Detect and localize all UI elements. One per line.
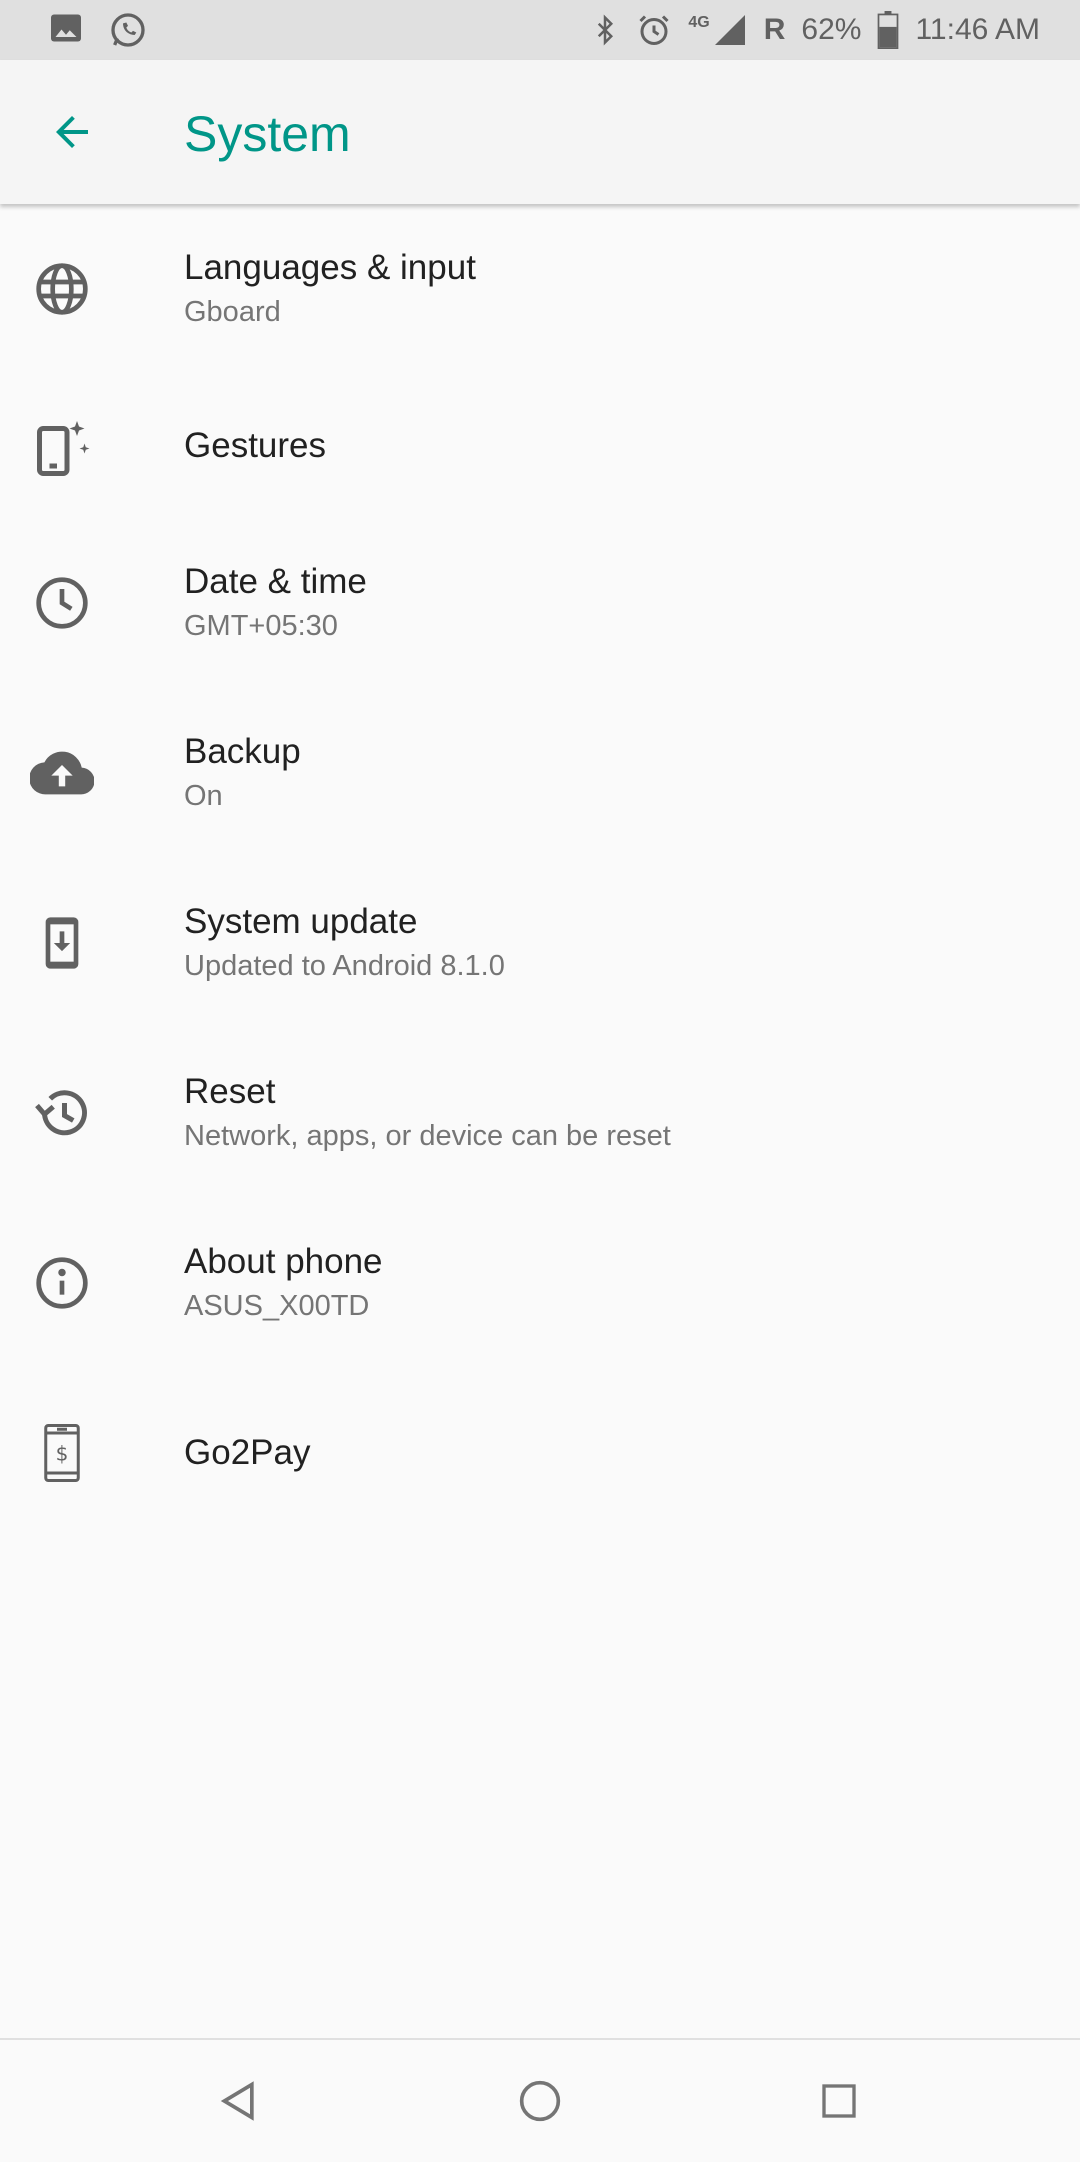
settings-item-backup[interactable]: Backup On xyxy=(0,688,1080,858)
status-bar: 4G R 62% 11:46 AM xyxy=(0,0,1080,60)
clock-icon xyxy=(30,571,94,635)
settings-item-title: Backup xyxy=(184,732,301,771)
settings-item-gestures[interactable]: Gestures xyxy=(0,374,1080,518)
gestures-phone-icon xyxy=(30,414,94,478)
settings-item-title: Gestures xyxy=(184,426,326,465)
settings-list: Languages & input Gboard Gestures Date &… xyxy=(0,204,1080,1538)
bluetooth-icon xyxy=(590,12,620,48)
settings-item-languages-input[interactable]: Languages & input Gboard xyxy=(0,204,1080,374)
back-triangle-icon xyxy=(220,2081,254,2121)
settings-item-title: Date & time xyxy=(184,562,367,601)
back-button[interactable] xyxy=(36,96,108,168)
settings-item-title: Go2Pay xyxy=(184,1433,311,1472)
nav-home-button[interactable] xyxy=(507,2068,573,2134)
settings-item-subtitle: Updated to Android 8.1.0 xyxy=(184,950,505,982)
settings-item-reset[interactable]: Reset Network, apps, or device can be re… xyxy=(0,1028,1080,1198)
recents-square-icon xyxy=(822,2084,856,2118)
settings-item-date-time[interactable]: Date & time GMT+05:30 xyxy=(0,518,1080,688)
clock-time: 11:46 AM xyxy=(915,13,1040,46)
whatsapp-icon xyxy=(108,10,148,50)
settings-item-subtitle: Network, apps, or device can be reset xyxy=(184,1120,671,1152)
settings-item-go2pay[interactable]: $ Go2Pay xyxy=(0,1368,1080,1538)
image-icon xyxy=(48,10,84,50)
battery-icon xyxy=(877,11,899,49)
info-icon xyxy=(30,1251,94,1315)
settings-item-subtitle: Gboard xyxy=(184,296,281,328)
history-icon xyxy=(30,1081,94,1145)
app-bar: System xyxy=(0,60,1080,204)
network-type: 4G xyxy=(688,14,710,31)
globe-icon xyxy=(30,257,94,321)
settings-item-subtitle: GMT+05:30 xyxy=(184,610,338,642)
battery-percent: 62% xyxy=(801,13,862,46)
nav-recents-button[interactable] xyxy=(806,2068,872,2134)
phone-dollar-icon: $ xyxy=(30,1421,94,1485)
home-circle-icon xyxy=(519,2080,561,2122)
nav-back-button[interactable] xyxy=(206,2068,272,2134)
settings-item-title: About phone xyxy=(184,1242,383,1281)
cloud-upload-icon xyxy=(30,741,94,805)
settings-item-title: System update xyxy=(184,902,418,941)
signal-4g-icon: 4G xyxy=(688,12,747,48)
navigation-bar xyxy=(0,2038,1080,2162)
settings-item-subtitle: On xyxy=(184,780,223,812)
alarm-icon xyxy=(636,12,672,48)
arrow-back-icon xyxy=(56,116,88,148)
page-title: System xyxy=(184,106,351,162)
roaming-indicator: R xyxy=(763,13,786,46)
svg-text:$: $ xyxy=(56,1442,69,1466)
settings-item-about-phone[interactable]: About phone ASUS_X00TD xyxy=(0,1198,1080,1368)
system-update-icon xyxy=(30,911,94,975)
settings-item-subtitle: ASUS_X00TD xyxy=(184,1290,370,1322)
settings-item-system-update[interactable]: System update Updated to Android 8.1.0 xyxy=(0,858,1080,1028)
settings-item-title: Reset xyxy=(184,1072,276,1111)
settings-item-title: Languages & input xyxy=(184,248,476,287)
